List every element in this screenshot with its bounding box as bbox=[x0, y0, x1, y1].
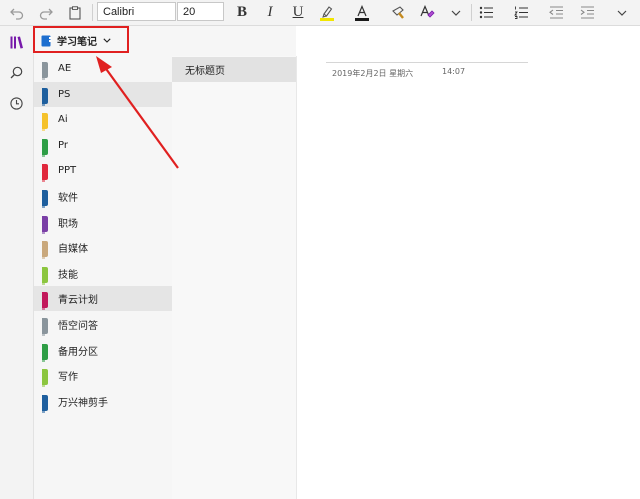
redo-button[interactable] bbox=[35, 0, 57, 25]
format-painter-button[interactable] bbox=[389, 0, 409, 25]
section-name: 技能 bbox=[58, 269, 78, 281]
page-list: 无标题页 bbox=[172, 56, 297, 499]
note-date: 2019年2月2日 星期六 bbox=[332, 69, 414, 78]
section-item[interactable]: 软件 bbox=[34, 184, 172, 209]
chevron-down-icon bbox=[451, 10, 461, 16]
section-name: 青云计划 bbox=[58, 295, 98, 307]
section-item[interactable]: 自媒体 bbox=[34, 235, 172, 260]
section-color-tab bbox=[42, 87, 48, 106]
clock-icon bbox=[10, 96, 23, 110]
section-color-tab bbox=[42, 318, 48, 336]
section-color-tab bbox=[42, 266, 48, 285]
section-name: 写作 bbox=[58, 372, 78, 384]
notebook-icon bbox=[41, 35, 52, 46]
numbered-list-button[interactable] bbox=[511, 0, 531, 25]
section-name: 悟空问答 bbox=[58, 321, 98, 332]
section-item[interactable]: AE bbox=[34, 56, 172, 81]
recent-notes-button[interactable] bbox=[0, 88, 33, 118]
section-color-tab bbox=[42, 394, 48, 413]
section-name: PPT bbox=[58, 165, 77, 177]
underline-button[interactable]: U bbox=[289, 0, 307, 25]
notebook-name: 学习笔记 bbox=[57, 37, 97, 48]
section-item[interactable]: PPT bbox=[34, 158, 172, 183]
font-color-icon bbox=[355, 4, 369, 21]
italic-button[interactable]: I bbox=[261, 0, 279, 25]
section-list: AE PS Ai Pr PPT 软件职场自媒体技能青云计划悟空问答备用分区写作万兴神剪手 bbox=[34, 56, 172, 499]
section-color-tab bbox=[42, 241, 48, 260]
bold-button[interactable]: B bbox=[233, 0, 251, 25]
section-color-tab bbox=[42, 369, 48, 388]
toolbar-divider bbox=[471, 4, 472, 21]
more-paragraph-dropdown[interactable] bbox=[612, 0, 632, 25]
navigation-rail bbox=[0, 26, 34, 499]
section-item[interactable]: 青云计划 bbox=[34, 286, 172, 312]
clipboard-icon bbox=[69, 5, 81, 20]
section-color-tab bbox=[42, 113, 48, 132]
section-color-tab bbox=[42, 215, 48, 234]
search-icon bbox=[10, 66, 23, 78]
section-color-tab bbox=[42, 292, 48, 311]
chevron-down-icon bbox=[617, 10, 627, 16]
font-name-field[interactable]: Calibri bbox=[97, 2, 176, 21]
section-name: PS bbox=[58, 88, 71, 100]
section-name: 软件 bbox=[58, 193, 78, 204]
section-item[interactable]: 备用分区 bbox=[34, 338, 172, 363]
decrease-indent-button[interactable] bbox=[546, 0, 566, 25]
notebooks-button[interactable] bbox=[0, 27, 33, 57]
section-name: AE bbox=[58, 63, 72, 74]
section-item[interactable]: 写作 bbox=[34, 363, 172, 388]
redo-icon bbox=[39, 8, 53, 20]
notebooks-library-icon bbox=[10, 36, 23, 48]
section-item[interactable]: Pr bbox=[34, 133, 172, 158]
section-item[interactable]: Ai bbox=[34, 107, 172, 132]
notebook-switcher[interactable]: 学习笔记 bbox=[36, 29, 128, 52]
paintbrush-icon bbox=[392, 5, 404, 19]
section-color-tab bbox=[42, 164, 48, 183]
section-color-tab bbox=[42, 138, 48, 157]
undo-icon bbox=[10, 8, 24, 20]
numbered-list-icon bbox=[513, 6, 528, 19]
note-canvas[interactable] bbox=[297, 26, 640, 499]
chevron-down-icon bbox=[103, 38, 111, 43]
ribbon-toolbar: Calibri 20 B I U bbox=[0, 0, 640, 26]
font-size-field[interactable]: 20 bbox=[177, 2, 224, 21]
section-item[interactable]: 技能 bbox=[34, 261, 172, 286]
section-name: 职场 bbox=[58, 218, 78, 230]
section-name: Pr bbox=[58, 139, 68, 151]
undo-button[interactable] bbox=[6, 0, 28, 25]
section-name: 备用分区 bbox=[58, 346, 98, 358]
font-color-button[interactable] bbox=[352, 0, 372, 25]
indent-icon bbox=[580, 6, 594, 19]
section-color-tab bbox=[42, 343, 48, 362]
section-name: 万兴神剪手 bbox=[58, 397, 108, 409]
more-format-dropdown[interactable] bbox=[446, 0, 466, 25]
toolbar-divider bbox=[92, 4, 93, 21]
highlighter-icon bbox=[320, 5, 334, 21]
bullet-list-button[interactable] bbox=[476, 0, 496, 25]
section-item[interactable]: 万兴神剪手 bbox=[34, 389, 172, 414]
page-item[interactable]: 无标题页 bbox=[172, 57, 296, 82]
section-item[interactable]: PS bbox=[34, 81, 172, 107]
section-name: 自媒体 bbox=[58, 244, 88, 256]
section-color-tab bbox=[42, 62, 48, 80]
search-button[interactable] bbox=[0, 57, 33, 87]
increase-indent-button[interactable] bbox=[577, 0, 597, 25]
page-title-label: 无标题页 bbox=[185, 66, 225, 77]
clear-format-icon bbox=[420, 4, 435, 18]
clipboard-button[interactable] bbox=[64, 0, 86, 25]
section-item[interactable]: 职场 bbox=[34, 210, 172, 235]
bullet-list-icon bbox=[479, 6, 493, 19]
clear-formatting-button[interactable] bbox=[417, 0, 437, 25]
section-item[interactable]: 悟空问答 bbox=[34, 312, 172, 337]
highlight-button[interactable] bbox=[317, 0, 337, 25]
page-title-underline bbox=[326, 62, 528, 63]
section-name: Ai bbox=[58, 114, 68, 126]
outdent-icon bbox=[548, 6, 563, 19]
note-time: 14:07 bbox=[442, 67, 466, 76]
section-color-tab bbox=[42, 190, 48, 208]
